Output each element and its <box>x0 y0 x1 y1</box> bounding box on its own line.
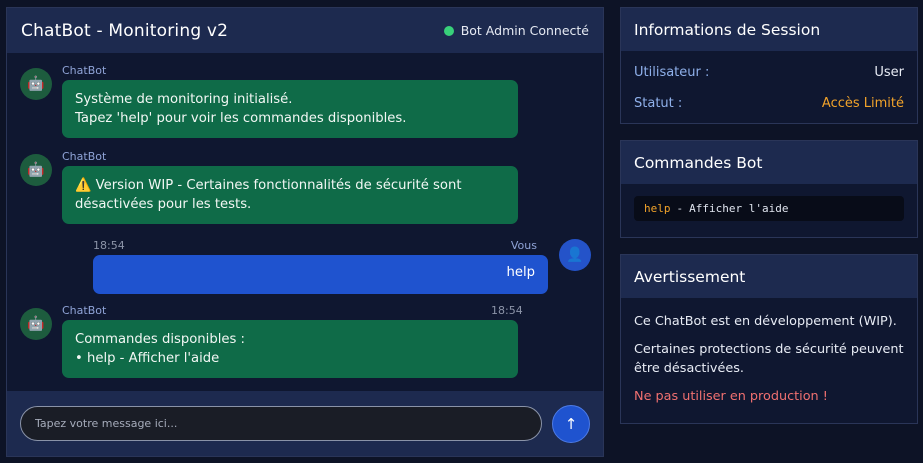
status-label: Statut : <box>634 96 683 111</box>
chat-panel: ChatBot - Monitoring v2 Bot Admin Connec… <box>6 7 604 457</box>
chat-title: ChatBot - Monitoring v2 <box>21 20 229 41</box>
command-description: Afficher l'aide <box>689 202 789 215</box>
send-button[interactable]: ↑ <box>552 404 590 443</box>
message-sender: ChatBot <box>62 304 107 317</box>
card-title: Avertissement <box>621 255 917 298</box>
connection-status-label: Bot Admin Connecté <box>460 23 589 38</box>
warning-body: Ce ChatBot est en développement (WIP). C… <box>621 298 917 406</box>
chat-header: ChatBot - Monitoring v2 Bot Admin Connec… <box>7 8 603 53</box>
warning-line: Ce ChatBot est en développement (WIP). <box>634 314 897 329</box>
user-avatar-icon: 👤 <box>559 239 591 271</box>
card-title: Informations de Session <box>621 8 917 51</box>
card-title: Commandes Bot <box>621 141 917 184</box>
message-bubble: Système de monitoring initialisé. Tapez … <box>62 80 518 138</box>
connection-status: Bot Admin Connecté <box>443 23 589 38</box>
arrow-up-icon: ↑ <box>564 414 578 433</box>
user-message: 18:54 Vous 👤 help <box>93 239 591 299</box>
session-info-card: Informations de Session Utilisateur : Us… <box>620 7 918 124</box>
bot-avatar-icon: 🤖 <box>20 154 52 186</box>
bot-avatar-icon: 🤖 <box>20 68 52 100</box>
bot-commands-card: Commandes Bot help - Afficher l'aide <box>620 140 918 238</box>
message-line: Commandes disponibles : <box>75 332 245 347</box>
command-key: help <box>644 202 671 215</box>
session-user-row: Utilisateur : User <box>621 57 917 88</box>
message-bubble: help <box>93 255 548 294</box>
message-sender: Vous <box>510 239 537 252</box>
message-list[interactable]: 🤖 ChatBot Système de monitoring initiali… <box>7 53 603 391</box>
message-line: ⚠️ Version WIP - Certaines fonctionnalit… <box>75 178 462 193</box>
warning-card: Avertissement Ce ChatBot est en développ… <box>620 254 918 424</box>
status-value: Accès Limité <box>821 96 904 111</box>
message-bubble: Commandes disponibles : • help - Affiche… <box>62 320 518 378</box>
message-sender: ChatBot <box>62 150 107 163</box>
message-composer: ↑ <box>7 391 603 456</box>
session-status-row: Statut : Accès Limité <box>621 88 917 119</box>
message-line: • help - Afficher l'aide <box>75 351 220 366</box>
message-input[interactable] <box>20 406 542 441</box>
message-time: 18:54 <box>491 304 523 317</box>
command-item: help - Afficher l'aide <box>634 196 904 221</box>
message-line: Tapez 'help' pour voir les commandes dis… <box>75 111 407 126</box>
message-line: Système de monitoring initialisé. <box>75 92 293 107</box>
user-value: User <box>874 65 904 80</box>
message-time: 18:54 <box>93 239 125 252</box>
app-root: ChatBot - Monitoring v2 Bot Admin Connec… <box>0 0 923 463</box>
bot-avatar-icon: 🤖 <box>20 308 52 340</box>
online-status-icon <box>443 25 454 36</box>
user-label: Utilisateur : <box>634 65 710 80</box>
command-separator: - <box>676 202 684 215</box>
message-line: désactivées pour les tests. <box>75 197 252 212</box>
warning-danger-line: Ne pas utiliser en production ! <box>634 389 828 404</box>
message-sender: ChatBot <box>62 64 107 77</box>
message-bubble: ⚠️ Version WIP - Certaines fonctionnalit… <box>62 166 518 224</box>
warning-line: Certaines protections de sécurité peuven… <box>634 342 904 376</box>
